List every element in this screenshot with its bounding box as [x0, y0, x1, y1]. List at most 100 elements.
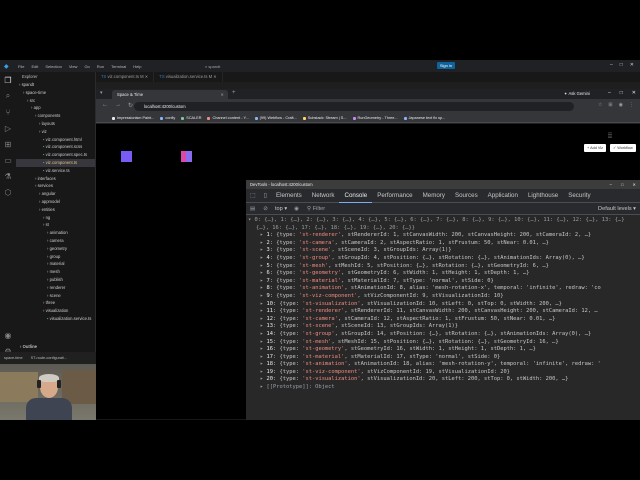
maximize-icon[interactable]: □ — [621, 180, 624, 189]
menu-item-selection[interactable]: Selection — [45, 64, 61, 69]
run-debug-icon[interactable]: ▷ — [0, 120, 16, 136]
tree-item[interactable]: › group — [16, 253, 95, 261]
editor-tab[interactable]: TS visualization.service.ts M ✕ — [154, 72, 223, 82]
visualization-canvas-1[interactable] — [121, 151, 132, 162]
back-icon[interactable]: ← — [102, 102, 108, 109]
close-icon[interactable]: ✕ — [630, 62, 634, 68]
menu-icon[interactable]: ⋮ — [629, 102, 634, 108]
new-tab-icon[interactable]: + — [232, 90, 236, 96]
profile-icon[interactable]: ◉ — [619, 102, 623, 108]
console-entry[interactable]: ▸ 18: {type: 'st-animation', stAnimation… — [248, 361, 640, 369]
tree-item[interactable]: › components — [16, 112, 95, 120]
tab-elements[interactable]: Elements — [271, 189, 307, 203]
bookmark-item[interactable]: RunGeometry - Three... — [352, 114, 398, 122]
docker-icon[interactable]: ⬡ — [0, 184, 16, 200]
browser-tab[interactable]: Space & Time ✕ — [112, 90, 228, 99]
minimize-icon[interactable]: – — [608, 90, 611, 96]
sign-in-button[interactable]: Sign in — [437, 62, 455, 69]
console-entry[interactable]: ▸ 11: {type: 'st-renderer', stRendererId… — [248, 308, 640, 316]
tree-item[interactable]: › st — [16, 221, 95, 229]
tree-item[interactable]: › scene — [16, 292, 95, 300]
console-entry[interactable]: ▸ 10: {type: 'st-visualization', stVisua… — [248, 301, 640, 309]
tab-close-icon[interactable]: ✕ — [220, 90, 224, 99]
tree-item[interactable]: › viz — [16, 128, 95, 136]
command-center-search[interactable]: ⌕ spandt — [205, 64, 220, 69]
console-entry[interactable]: ▸ 4: {type: 'st-group', stGroupId: 4, st… — [248, 255, 640, 263]
close-icon[interactable]: ✕ — [632, 180, 636, 189]
console-entry[interactable]: ▸ 15: {type: 'st-mesh', stMeshId: 15, st… — [248, 339, 640, 347]
tab-application[interactable]: Application — [483, 189, 523, 203]
visualization-canvas-2[interactable] — [181, 151, 192, 162]
workflow-button[interactable]: ✓ Workflow — [610, 144, 636, 152]
extensions-icon[interactable]: ⊞ — [608, 102, 612, 108]
tab-security[interactable]: Security — [563, 189, 595, 203]
tree-item[interactable]: › services — [16, 182, 95, 190]
account-icon[interactable]: ◉ — [0, 327, 16, 343]
tree-item[interactable]: ▪ viz.service.ts — [16, 167, 95, 175]
menu-item-edit[interactable]: Edit — [31, 64, 38, 69]
console-entry[interactable]: ▸ 14: {type: 'st-group', stGroupId: 14, … — [248, 331, 640, 339]
console-entry[interactable]: ▸ 9: {type: 'st-viz-component', stVizCom… — [248, 293, 640, 301]
tab-console[interactable]: Console — [339, 189, 373, 203]
tree-item[interactable]: ▪ viz.component.ts — [16, 158, 95, 167]
tab-lighthouse[interactable]: Lighthouse — [523, 189, 563, 203]
address-bar[interactable]: localhost:4200/custom — [134, 102, 574, 111]
clear-console-icon[interactable]: ⊘ — [259, 206, 272, 212]
ask-gemini-button[interactable]: ✦ Ask Gemini — [564, 91, 590, 96]
console-entry[interactable]: ▸ 7: {type: 'st-material', stMaterialId:… — [248, 278, 640, 286]
console-entry[interactable]: ▸ 12: {type: 'st-camera', stCameraId: 12… — [248, 316, 640, 324]
console-entry[interactable]: ▸ 3: {type: 'st-scene', stSceneId: 3, st… — [248, 247, 640, 255]
tree-item[interactable]: ▪ viz.component.spec.ts — [16, 151, 95, 159]
console-entry[interactable]: ▸ 13: {type: 'st-scene', stSceneId: 13, … — [248, 323, 640, 331]
console-entry[interactable]: ▸ 1: {type: 'st-renderer', stRendererId:… — [248, 232, 640, 240]
explorer-icon[interactable]: ❐ — [0, 72, 16, 88]
menu-item-help[interactable]: Help — [133, 64, 141, 69]
source-control-icon[interactable]: ⑂ — [0, 104, 16, 120]
tab-network[interactable]: Network — [307, 189, 340, 203]
remote-icon[interactable]: ▭ — [0, 152, 16, 168]
maximize-icon[interactable]: □ — [620, 62, 623, 68]
tree-item[interactable]: ▪ viz.component.html — [16, 136, 95, 144]
testing-icon[interactable]: ⚗ — [0, 168, 16, 184]
tree-item[interactable]: › src — [16, 97, 95, 105]
bookmark-item[interactable]: Substack: Stream | S... — [302, 114, 347, 122]
tree-item[interactable]: › space-time — [16, 89, 95, 97]
tree-item[interactable]: › layouts — [16, 120, 95, 128]
tab-search-icon[interactable]: ▾ — [100, 90, 103, 96]
bookmark-item[interactable]: (99) Webflow - Craft... — [254, 114, 297, 122]
tree-item[interactable]: › entities — [16, 206, 95, 214]
tree-item[interactable]: › geometry — [16, 245, 95, 253]
tree-item[interactable]: › angular — [16, 190, 95, 198]
extensions-icon[interactable]: ⊞ — [0, 136, 16, 152]
console-entry[interactable]: ▸ 16: {type: 'st-geometry', stGeometryId… — [248, 346, 640, 354]
tab-sources[interactable]: Sources — [450, 189, 483, 203]
maximize-icon[interactable]: □ — [620, 90, 623, 96]
tab-memory[interactable]: Memory — [418, 189, 450, 203]
explorer-section-outline[interactable]: › Outline — [16, 342, 95, 351]
console-entry[interactable]: ▸ 8: {type: 'st-animation', stAnimationI… — [248, 285, 640, 293]
console-entry[interactable]: ▸ 5: {type: 'st-mesh', stMeshId: 5, stPo… — [248, 263, 640, 271]
tree-item[interactable]: › mesh — [16, 268, 95, 276]
sidebar-toggle-icon[interactable]: ▤ — [246, 206, 259, 212]
tree-item[interactable]: › app — [16, 104, 95, 112]
menu-item-run[interactable]: Run — [97, 64, 104, 69]
minimize-icon[interactable]: – — [610, 180, 612, 189]
star-icon[interactable]: ☆ — [598, 102, 602, 108]
console-entry[interactable]: ▸ 17: {type: 'st-material', stMaterialId… — [248, 354, 640, 362]
context-selector[interactable]: top ▾ — [272, 206, 290, 212]
menu-item-go[interactable]: Go — [84, 64, 89, 69]
reload-icon[interactable]: ↻ — [128, 102, 133, 109]
terminal-tab[interactable]: ST-route-configurati... — [31, 356, 68, 360]
console-entry[interactable]: ▸ 6: {type: 'st-geometry', stGeometryId:… — [248, 270, 640, 278]
tree-item[interactable]: › camera — [16, 237, 95, 245]
forward-icon[interactable]: → — [115, 102, 121, 109]
device-toolbar-icon[interactable]: ▯ — [260, 192, 271, 199]
tree-item[interactable]: ▪ viz.component.scss — [16, 143, 95, 151]
menu-item-terminal[interactable]: Terminal — [111, 64, 126, 69]
tree-item[interactable]: › visualization — [16, 307, 95, 315]
search-icon[interactable]: ⌕ — [0, 88, 16, 104]
tree-item[interactable]: › animation — [16, 229, 95, 237]
filter-input[interactable]: ⚲ Filter — [307, 206, 325, 212]
bookmark-item[interactable]: Channel content - Y... — [207, 114, 249, 122]
tree-item[interactable]: › spandt — [16, 81, 95, 89]
